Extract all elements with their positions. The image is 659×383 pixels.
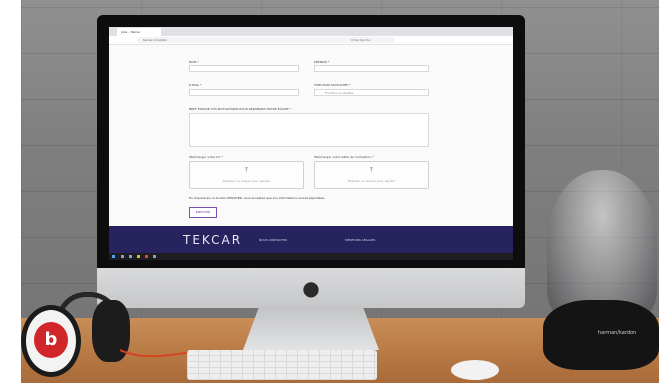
headphone-logo: b: [34, 322, 68, 358]
nom-input[interactable]: [189, 65, 299, 72]
apple-icon: ●: [302, 276, 320, 300]
fonction-label: FONCTION SOUHAITÉE *: [314, 83, 351, 87]
cv-dropzone[interactable]: ⤒ Déposer ou cliquer pour ajouter: [189, 161, 304, 189]
imac-screen: Jobs – Tekcar tekcar.com/jobs Q Recherch…: [109, 27, 513, 260]
cv-label: Télécharger votre CV *: [189, 155, 223, 159]
browser-tab[interactable]: Jobs – Tekcar: [117, 28, 161, 36]
footer-brand-logo[interactable]: TEKCAR: [183, 233, 242, 247]
speaker-brand-label: harman/kardon: [598, 330, 637, 336]
taskbar-app-icon[interactable]: [153, 255, 156, 258]
chevron-down-icon: ˅: [423, 91, 426, 95]
browser-tab-strip: [109, 27, 513, 36]
taskbar-app-icon[interactable]: [145, 255, 148, 258]
browser-search-box[interactable]: Q Recherche: [347, 37, 395, 43]
motivation-textarea[interactable]: [189, 113, 429, 147]
letter-dropzone[interactable]: ⤒ Déposer ou cliquer pour ajouter: [314, 161, 429, 189]
speaker-dome: [547, 170, 657, 320]
taskbar-app-icon[interactable]: [137, 255, 140, 258]
fonction-select[interactable]: Fonction souhaitée ˅: [314, 89, 429, 96]
prenom-input[interactable]: [314, 65, 429, 72]
cv-drop-text: Déposer ou cliquer pour ajouter: [222, 179, 271, 183]
os-taskbar: [109, 253, 513, 260]
mouse: [451, 360, 499, 380]
taskbar-app-icon[interactable]: [121, 255, 124, 258]
nom-label: NOM *: [189, 60, 199, 64]
email-input[interactable]: [189, 89, 299, 96]
site-footer: TEKCAR NOUS CONTACTER MENTIONS LÉGALES: [109, 226, 513, 253]
motivation-label: BREF EXPOSÉ VOS MOTIVATIONS POUR REJOIND…: [189, 107, 292, 111]
keyboard: [187, 350, 377, 380]
upload-icon: ⤒: [370, 167, 373, 174]
windows-icon[interactable]: [112, 255, 115, 258]
footer-link-legal[interactable]: MENTIONS LÉGALES: [345, 238, 375, 242]
letter-label: Télécharger votre lettre de motivation *: [314, 155, 374, 159]
taskbar-app-icon[interactable]: [129, 255, 132, 258]
privacy-text: En cliquant sur le bouton ENVOYER, vous …: [189, 196, 326, 200]
fonction-select-value: Fonction souhaitée: [325, 91, 354, 95]
upload-icon: ⤒: [245, 167, 248, 174]
footer-link-contact[interactable]: NOUS CONTACTER: [259, 238, 287, 242]
submit-button[interactable]: ENVOYER: [189, 207, 217, 218]
prenom-label: PRÉNOM *: [314, 60, 330, 64]
letter-drop-text: Déposer ou cliquer pour ajouter: [347, 179, 396, 183]
email-label: E-MAIL *: [189, 83, 202, 87]
